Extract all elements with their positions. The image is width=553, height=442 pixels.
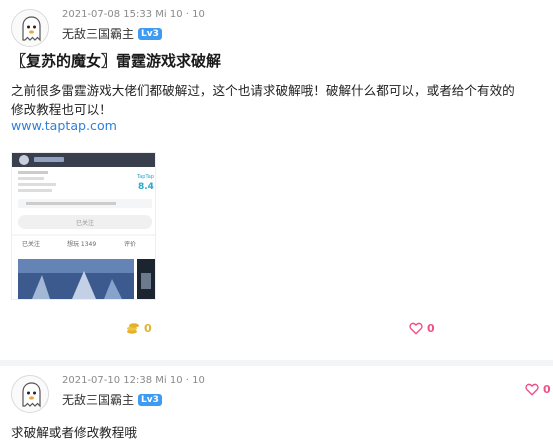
post-link[interactable]: www.taptap.com (11, 118, 117, 133)
reply-text: 求破解或者修改教程哦 (11, 425, 137, 440)
screenshot-follow-button: 已关注 (76, 219, 94, 227)
post-body: 之前很多雷霆游戏大佬们都破解过，这个也请求破解哦！破解什么都可以，或者给个有效的… (11, 81, 543, 119)
attached-screenshot[interactable]: TapTap 8.4 已关注 已关注 想玩 1349 评价 (11, 152, 156, 300)
level-badge: Lv3 (138, 27, 162, 40)
post-body-line: 之前很多雷霆游戏大佬们都破解过，这个也请求破解哦！破解什么都可以，或者给个有效的 (11, 83, 515, 98)
post-body-line: 修改教程也可以！ (11, 102, 112, 117)
screenshot-want-label: 想玩 1349 (67, 240, 96, 248)
heart-icon (409, 322, 423, 335)
post-timestamp: 2021-07-08 15:33 Mi 10 · 10 (62, 9, 205, 20)
screenshot-rating-label: TapTap (136, 174, 154, 180)
like-count: 0 (543, 383, 551, 396)
like-button[interactable]: 0 (525, 383, 551, 396)
ghost-avatar-icon (12, 10, 48, 46)
username[interactable]: 无敌三国霸主 Lv3 (62, 391, 162, 408)
like-button[interactable]: 0 (409, 322, 435, 335)
post-title: 〖复苏的魔女〗雷霆游戏求破解 (11, 52, 222, 70)
ghost-avatar-icon (12, 376, 48, 412)
screenshot-rating: 8.4 (138, 182, 154, 192)
like-count: 0 (427, 322, 435, 335)
coin-icon (127, 323, 139, 334)
level-badge: Lv3 (138, 393, 162, 406)
user-avatar[interactable] (11, 375, 49, 413)
user-avatar[interactable] (11, 9, 49, 47)
reply-card: 2021-07-10 12:38 Mi 10 · 10 无敌三国霸主 Lv3 0… (0, 366, 553, 442)
reply-timestamp: 2021-07-10 12:38 Mi 10 · 10 (62, 375, 205, 386)
username-text[interactable]: 无敌三国霸主 (62, 25, 134, 42)
username[interactable]: 无敌三国霸主 Lv3 (62, 25, 162, 42)
screenshot-follow-label: 已关注 (22, 240, 40, 248)
coin-count: 0 (144, 322, 152, 335)
username-text[interactable]: 无敌三国霸主 (62, 391, 134, 408)
heart-icon (525, 383, 539, 396)
screenshot-image: TapTap 8.4 已关注 已关注 想玩 1349 评价 (12, 153, 155, 299)
screenshot-review-label: 评价 (124, 240, 136, 248)
coin-button[interactable]: 0 (126, 322, 152, 335)
post-card: 2021-07-08 15:33 Mi 10 · 10 无敌三国霸主 Lv3 〖… (0, 0, 553, 360)
